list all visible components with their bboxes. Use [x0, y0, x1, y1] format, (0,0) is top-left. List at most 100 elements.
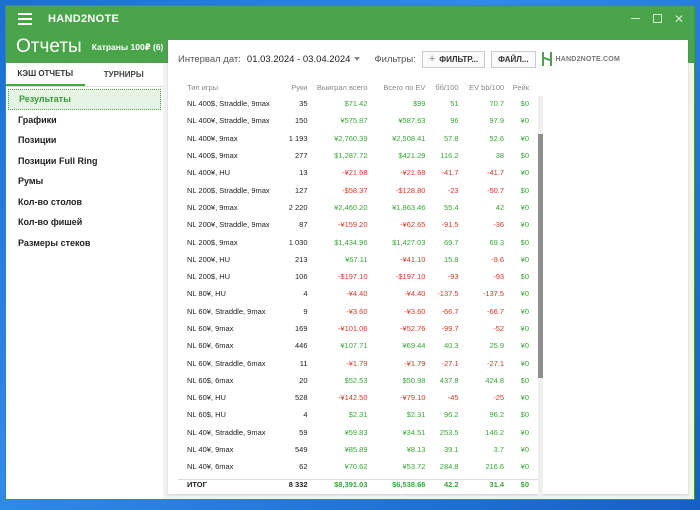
ev-won-cell: ¥1,863.46: [392, 202, 426, 212]
rake-cell: ¥0: [520, 445, 529, 455]
minimize-icon: [630, 18, 640, 19]
tab-cash-reports[interactable]: КЭШ ОТЧЕТЫ: [6, 63, 85, 86]
game-type-cell: NL 60¥, 6max: [187, 341, 234, 351]
ev-won-cell: $99: [412, 99, 426, 109]
table-row[interactable]: NL 60¥, HU 528 -¥142.50 -¥79.10 -45 -25 ¥0: [178, 389, 533, 406]
table-row[interactable]: NL 200¥, 9max 2 220 ¥2,460.20 ¥1,863.46 55.4…: [178, 199, 533, 216]
page-title: Отчеты: [16, 36, 82, 57]
rake-cell: ¥0: [520, 116, 529, 126]
ev-won-cell: -¥1.79: [404, 358, 426, 368]
hands-cell: 1 193: [288, 133, 308, 143]
bb100-cell: 69.7: [443, 237, 459, 247]
player-selector[interactable]: Катраны 100₽ (6): [92, 42, 175, 53]
column-header[interactable]: бб/100: [429, 80, 462, 95]
column-header[interactable]: Всего по EV: [372, 80, 430, 95]
table-row[interactable]: NL 400¥, HU 13 -¥21.68 -¥21.68 -41.7 -41.7 ¥0: [178, 164, 533, 181]
table-row[interactable]: NL 400¥, Straddle, 9max 150 ¥575.87 ¥587.63…: [178, 112, 533, 129]
ev-bb100-cell: 38: [495, 151, 505, 161]
table-row[interactable]: NL 60¥, 6max 446 ¥107.71 ¥69.44 40.3 25.9 ¥0: [178, 337, 533, 354]
nav-item-positions-full-ring[interactable]: Позиции Full Ring: [8, 151, 161, 172]
nav-item-chip-count[interactable]: Кол-во фишей: [8, 212, 161, 233]
won-cell: ¥575.87: [340, 116, 368, 126]
nav-item-results[interactable]: Результаты: [8, 89, 161, 110]
ev-bb100-cell: -9.6: [491, 254, 505, 264]
won-cell: -¥3.60: [346, 306, 368, 316]
won-cell: ¥85.89: [344, 445, 368, 455]
scrollbar-thumb[interactable]: [538, 134, 543, 378]
game-type-cell: NL 200$, HU: [187, 272, 231, 282]
date-range-select[interactable]: 01.03.2024 - 03.04.2024: [247, 54, 361, 65]
table-row[interactable]: NL 80¥, HU 4 -¥4.40 -¥4.40 -137.5 -137.5 ¥0: [178, 285, 533, 302]
table-row[interactable]: NL 60¥, 9max 169 -¥101.06 -¥52.76 -99.7 -52 ¥0: [178, 320, 533, 337]
ev-bb100-cell: -52: [493, 324, 505, 333]
file-button[interactable]: ФАЙЛ...: [491, 50, 536, 68]
table-row[interactable]: NL 200¥, HU 213 ¥67.11 -¥41.10 15.8 -9.6 ¥0: [178, 251, 533, 268]
nav-item-positions[interactable]: Позиции: [8, 130, 161, 151]
game-type-cell: NL 40¥, 6max: [187, 462, 234, 472]
game-type-cell: NL 200¥, 9max: [187, 202, 238, 212]
table-row[interactable]: NL 60$, 6max 20 $52.53 $50.98 437.8 424.8 $0: [178, 372, 533, 389]
tab-tournaments[interactable]: ТУРНИРЫ: [85, 63, 164, 86]
rake-cell: ¥0: [520, 289, 529, 299]
table-header-row: Тип игры Руки Выиграл всего Всего по EV …: [178, 80, 533, 95]
hands-cell: 528: [294, 393, 308, 403]
table-row[interactable]: NL 40¥, Straddle, 9max 59 ¥59.83 ¥34.51 253.…: [178, 424, 533, 441]
table-row[interactable]: NL 200$, Straddle, 9max 127 -$58.37 -$128.8…: [178, 181, 533, 198]
hands-cell: 277: [294, 151, 308, 161]
ev-won-cell: -¥41.10: [400, 254, 426, 264]
hands-cell: 9: [303, 306, 308, 316]
won-cell: -¥21.68: [342, 168, 368, 178]
bb100-cell: 96: [450, 116, 459, 126]
hands-cell: 2 220: [288, 202, 308, 212]
table-row[interactable]: NL 40¥, 6max 62 ¥70.62 ¥53.72 284.8 216.6 ¥0: [178, 458, 533, 475]
table-scrollbar[interactable]: [538, 96, 543, 499]
table-row[interactable]: NL 400$, 9max 277 $1,287.72 $421.29 116.2 38 $…: [178, 147, 533, 164]
ev-bb100-cell: -50.7: [487, 185, 505, 195]
ev-won-cell: $421.29: [398, 151, 426, 161]
table-row[interactable]: NL 400¥, 9max 1 193 ¥2,760.39 ¥2,508.41 57.8…: [178, 130, 533, 147]
player-selector-label: Катраны 100₽ (6): [91, 41, 164, 52]
minimize-button[interactable]: [624, 6, 646, 31]
nav-item-table-count[interactable]: Кол-во столов: [8, 192, 161, 213]
table-row[interactable]: NL 400$, Straddle, 9max 35 $71.42 $99 51 70.7…: [178, 95, 533, 112]
column-header[interactable]: Тип игры: [178, 80, 287, 95]
nav-item-stack-sizes[interactable]: Размеры стеков: [8, 233, 161, 254]
header: Отчеты Катраны 100₽ (6): [6, 31, 175, 63]
bb100-cell: 116.2: [440, 151, 459, 161]
table-row[interactable]: NL 60$, HU 4 $2.31 $2.31 96.2 96.2 $0: [178, 406, 533, 423]
ev-won-cell: ¥34.51: [402, 427, 426, 437]
plus-icon: +: [428, 53, 436, 65]
table-row[interactable]: NL 60¥, Straddle, 9max 9 -¥3.60 -¥3.60 -66.7…: [178, 303, 533, 320]
table-row[interactable]: NL 200$, 9max 1 030 $1,434.96 $1,427.03 69.7…: [178, 233, 533, 250]
column-header[interactable]: Рейк: [508, 80, 533, 95]
table-row[interactable]: NL 60¥, Straddle, 6max 11 -¥1.79 -¥1.79 -27.…: [178, 354, 533, 371]
maximize-button[interactable]: [646, 6, 668, 31]
hands-cell: 549: [294, 445, 308, 455]
filter-button[interactable]: + ФИЛЬТР...: [421, 50, 486, 68]
table-row[interactable]: NL 40¥, 9max 549 ¥85.89 ¥8.13 39.1 3.7 ¥0: [178, 441, 533, 458]
column-header[interactable]: Руки: [287, 80, 312, 95]
title-bar: HAND2NOTE ✕: [6, 6, 694, 31]
rake-cell: $0: [520, 375, 529, 385]
rake-cell: ¥0: [520, 462, 529, 472]
interval-label: Интервал дат:: [178, 53, 241, 65]
hands-cell: 87: [299, 220, 308, 230]
column-header[interactable]: EV bb/100: [463, 80, 509, 95]
nav-item-graphs[interactable]: Графики: [8, 110, 161, 131]
table-row[interactable]: NL 200$, HU 106 -$197.10 -$197.10 -93 -93 $0: [178, 268, 533, 285]
maximize-icon: [652, 14, 662, 23]
filters-label: Фильтры:: [374, 53, 416, 65]
bb100-cell: -137.5: [437, 289, 459, 299]
ev-bb100-cell: -93: [493, 272, 505, 282]
logo-text: HAND2NOTE.COM: [555, 55, 620, 63]
rake-cell: $0: [520, 272, 529, 282]
column-header[interactable]: Выиграл всего: [312, 80, 372, 95]
table-row[interactable]: NL 200¥, Straddle, 9max 87 -¥159.20 -¥62.65…: [178, 216, 533, 233]
hands-cell: 446: [294, 341, 308, 351]
hands-cell: 150: [294, 116, 308, 126]
ev-bb100-cell: -25: [493, 393, 505, 403]
nav-item-rooms[interactable]: Румы: [8, 171, 161, 192]
chevron-down-icon: [354, 57, 361, 61]
menu-icon[interactable]: [18, 12, 32, 25]
close-button[interactable]: ✕: [668, 6, 690, 31]
